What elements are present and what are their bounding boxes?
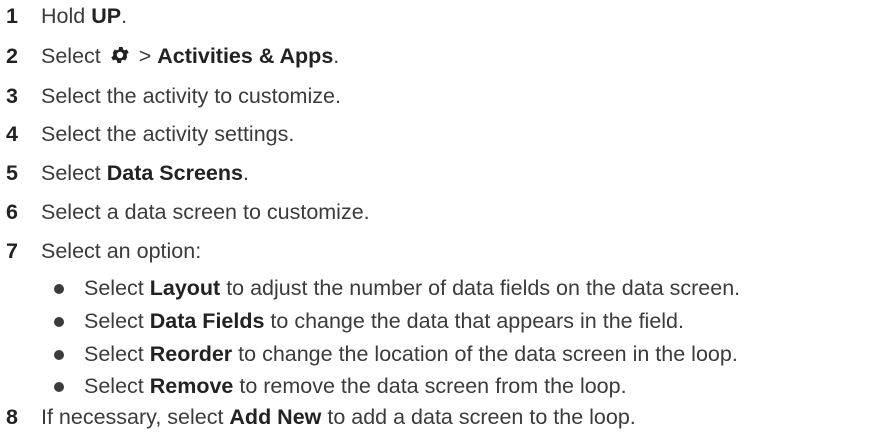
- step-text-pre: Select: [41, 161, 107, 185]
- bullet-icon: [54, 350, 64, 360]
- step-number: 4: [6, 122, 18, 146]
- option-text-pre: Select: [84, 276, 150, 300]
- step-text: If necessary, select Add New to add a da…: [41, 401, 636, 433]
- step-text: Select > Activities & Apps.: [41, 40, 339, 75]
- option-text: Select Data Fields to change the data th…: [84, 305, 684, 337]
- step-text-post: .: [333, 44, 340, 68]
- step-text: Select the activity to customize.: [41, 84, 341, 108]
- instruction-list: 1 Hold UP. 2 Select > Activities & Apps.…: [0, 0, 893, 435]
- step-text-post: to add a data screen to the loop.: [321, 405, 636, 429]
- step-text: Hold UP.: [41, 0, 127, 32]
- option-text: Select Reorder to change the location of…: [84, 338, 738, 370]
- option-text: Select Remove to remove the data screen …: [84, 370, 627, 402]
- option-text-pre: Select: [84, 342, 150, 366]
- step-text-post: .: [121, 4, 128, 28]
- step-text-pre: Select: [41, 44, 107, 68]
- step-text-pre: Hold: [41, 4, 92, 28]
- step-number: 7: [6, 239, 18, 263]
- step-number: 1: [6, 4, 18, 28]
- step-text-separator: >: [132, 44, 158, 68]
- gear-icon: [109, 43, 131, 75]
- bullet-icon: [54, 317, 64, 327]
- option-text-pre: Select: [84, 374, 150, 398]
- step-keyword: Activities & Apps: [157, 44, 334, 68]
- option-keyword: Reorder: [149, 342, 233, 366]
- step-text: Select the activity settings.: [41, 122, 295, 146]
- option-text: Select Layout to adjust the number of da…: [84, 272, 740, 304]
- step-keyword: UP: [91, 4, 122, 28]
- option-keyword: Data Fields: [149, 309, 265, 333]
- bullet-icon: [54, 284, 64, 294]
- bullet-icon: [54, 382, 64, 392]
- step-text: Select an option:: [41, 239, 202, 263]
- step-keyword: Add New: [229, 405, 322, 429]
- step-number: 6: [6, 200, 18, 224]
- step-text: Select Data Screens.: [41, 157, 249, 189]
- option-text-pre: Select: [84, 309, 150, 333]
- step-number: 3: [6, 84, 18, 108]
- step-number: 8: [6, 405, 18, 429]
- option-text-post: to change the location of the data scree…: [232, 342, 738, 366]
- step-number: 2: [6, 44, 18, 68]
- step-text-pre: If necessary, select: [41, 405, 230, 429]
- option-text-post: to remove the data screen from the loop.: [233, 374, 627, 398]
- option-keyword: Remove: [149, 374, 234, 398]
- step-text-post: .: [242, 161, 249, 185]
- step-keyword: Data Screens: [106, 161, 243, 185]
- option-text-post: to change the data that appears in the f…: [264, 309, 684, 333]
- option-keyword: Layout: [149, 276, 221, 300]
- option-text-post: to adjust the number of data fields on t…: [220, 276, 741, 300]
- step-text: Select a data screen to customize.: [41, 200, 370, 224]
- step-number: 5: [6, 161, 18, 185]
